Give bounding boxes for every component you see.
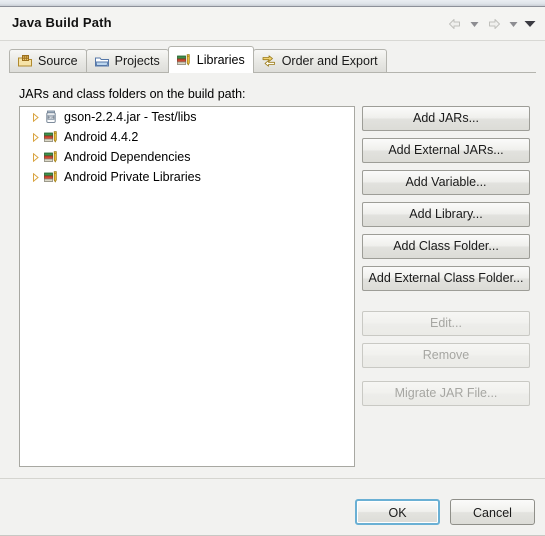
order-export-arrows-icon — [261, 53, 277, 69]
tree-item-label: gson-2.2.4.jar - Test/libs — [64, 110, 197, 124]
library-action-buttons: Add JARs... Add External JARs... Add Var… — [362, 106, 530, 413]
view-menu-chevron-down-icon[interactable] — [522, 14, 537, 34]
library-icon — [43, 129, 59, 145]
tab-label-source: Source — [38, 54, 78, 68]
edit-button: Edit... — [362, 311, 530, 336]
tree-item-android-dependencies[interactable]: Android Dependencies — [20, 147, 354, 167]
back-arrow-icon[interactable] — [444, 14, 466, 34]
dialog-footer-buttons: OK Cancel — [355, 499, 535, 525]
tab-source[interactable]: Source — [9, 49, 87, 72]
tree-item-android-private-libraries[interactable]: Android Private Libraries — [20, 167, 354, 187]
libraries-tab-content: JARs and class folders on the build path… — [0, 73, 545, 478]
library-icon — [43, 169, 59, 185]
expand-twisty-icon[interactable] — [27, 129, 43, 145]
tab-order-and-export[interactable]: Order and Export — [252, 49, 387, 72]
tree-item-label: Android 4.4.2 — [64, 130, 139, 144]
forward-arrow-icon[interactable] — [483, 14, 505, 34]
add-library-button[interactable]: Add Library... — [362, 202, 530, 227]
dialog-footer: OK Cancel — [0, 478, 545, 536]
svg-text:010: 010 — [48, 116, 55, 120]
tab-folder: Source Projects Libraries Order and Expo… — [9, 46, 536, 73]
cancel-button[interactable]: Cancel — [450, 499, 535, 525]
tab-strip: Source Projects Libraries Order and Expo… — [9, 46, 387, 73]
add-class-folder-button[interactable]: Add Class Folder... — [362, 234, 530, 259]
tab-label-libraries: Libraries — [196, 52, 245, 67]
forward-history-chevron-down-icon[interactable] — [506, 14, 521, 34]
add-jars-button[interactable]: Add JARs... — [362, 106, 530, 131]
tab-libraries[interactable]: Libraries — [167, 46, 254, 73]
build-path-tree[interactable]: 010 gson-2.2.4.jar - Test/libs Android 4… — [19, 106, 355, 467]
remove-button: Remove — [362, 343, 530, 368]
expand-twisty-icon[interactable] — [27, 149, 43, 165]
projects-folder-icon — [94, 53, 110, 69]
tree-item-gson-jar[interactable]: 010 gson-2.2.4.jar - Test/libs — [20, 107, 354, 127]
source-folder-icon — [17, 53, 33, 69]
expand-twisty-icon[interactable] — [27, 169, 43, 185]
back-history-chevron-down-icon[interactable] — [467, 14, 482, 34]
library-icon — [43, 149, 59, 165]
page-title: Java Build Path — [12, 15, 112, 30]
jar-icon: 010 — [43, 109, 59, 125]
tab-label-projects: Projects — [114, 54, 160, 68]
java-build-path-dialog: Java Build Path Source Projects Librarie… — [0, 7, 545, 536]
libraries-books-icon — [176, 52, 192, 68]
dialog-header: Java Build Path — [0, 7, 545, 41]
add-variable-button[interactable]: Add Variable... — [362, 170, 530, 195]
tree-item-label: Android Private Libraries — [64, 170, 201, 184]
tree-item-label: Android Dependencies — [64, 150, 191, 164]
expand-twisty-icon[interactable] — [27, 109, 43, 125]
tree-item-android-442[interactable]: Android 4.4.2 — [20, 127, 354, 147]
tree-description-label: JARs and class folders on the build path… — [19, 87, 246, 101]
navigation-toolbar — [444, 13, 537, 35]
add-external-class-folder-button[interactable]: Add External Class Folder... — [362, 266, 530, 291]
migrate-jar-file-button: Migrate JAR File... — [362, 381, 530, 406]
tab-strip-underline — [9, 72, 536, 73]
window-chrome-strip — [0, 0, 545, 7]
tab-label-order-and-export: Order and Export — [281, 54, 378, 68]
tab-projects[interactable]: Projects — [85, 49, 169, 72]
add-external-jars-button[interactable]: Add External JARs... — [362, 138, 530, 163]
ok-button[interactable]: OK — [355, 499, 440, 525]
